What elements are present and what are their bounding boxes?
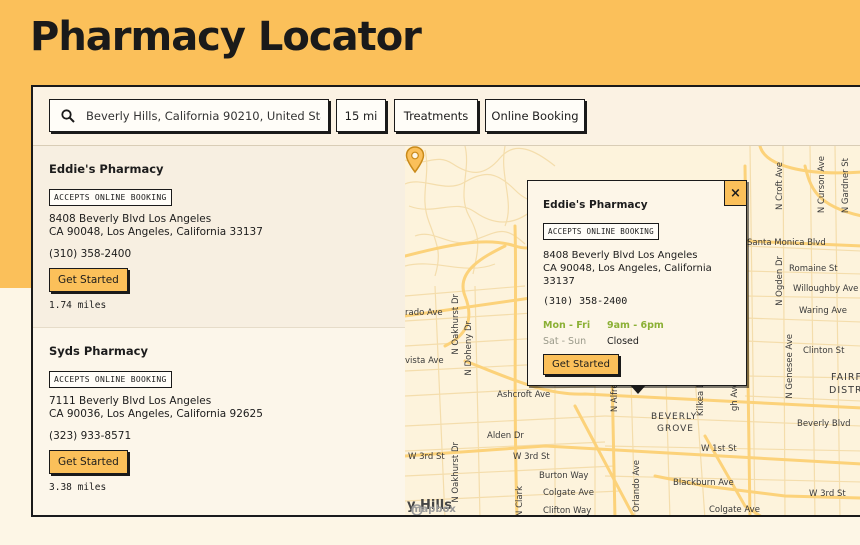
map-label: W 3rd St [513, 452, 550, 462]
online-booking-badge: ACCEPTS ONLINE BOOKING [49, 189, 172, 206]
map-label: N Clark [515, 486, 525, 517]
map-label: N Oakhurst Dr [451, 442, 461, 503]
pharmacy-name: Eddie's Pharmacy [49, 162, 164, 176]
address-line-1: 7111 Beverly Blvd Los Angeles [49, 395, 212, 407]
search-icon [61, 108, 75, 123]
map-label: Clinton St [803, 346, 845, 356]
map-label: Colgate Ave [709, 505, 760, 515]
pharmacy-popup: × Eddie's Pharmacy ACCEPTS ONLINE BOOKIN… [527, 180, 747, 394]
map-label: N Croft Ave [775, 162, 785, 210]
search-input[interactable] [86, 108, 321, 123]
online-booking-badge: ACCEPTS ONLINE BOOKING [543, 223, 659, 240]
map-label: N Orlando Ave [632, 460, 642, 517]
pharmacy-name: Syds Pharmacy [49, 344, 148, 358]
map-label: W 3rd St [809, 489, 846, 499]
phone-number[interactable]: (310) 358-2400 [49, 248, 405, 260]
map-label: gh Ave [730, 382, 740, 412]
map-label: DISTR [829, 385, 860, 396]
map-label: GROVE [657, 424, 694, 434]
popup-pharmacy-name: Eddie's Pharmacy [543, 199, 648, 211]
map-label: rado Ave [405, 308, 443, 318]
popup-phone-number[interactable]: (310) 358-2400 [543, 296, 746, 307]
map-label: vista Ave [405, 356, 444, 366]
hours-time: 9am - 6pm [607, 320, 664, 331]
map-label: N Genesee Ave [785, 334, 795, 399]
map-label: W 3rd St [408, 452, 445, 462]
map-label: N Gardner St [841, 158, 851, 214]
online-booking-filter-button[interactable]: Online Booking [485, 99, 585, 132]
map-label: Burton Way [539, 471, 589, 481]
opening-hours: Mon - Fri 9am - 6pm Sat - Sun Closed [543, 320, 746, 347]
map-label: Colgate Ave [543, 488, 594, 498]
map-label: Clifton Way [543, 506, 592, 516]
pharmacy-card[interactable]: Syds Pharmacy ACCEPTS ONLINE BOOKING 711… [33, 328, 405, 510]
map-label: Santa Monica Blvd [747, 238, 826, 248]
map-label: BEVERLY [651, 412, 698, 422]
address-line-2: CA 90048, Los Angeles, California 33137 [49, 226, 263, 238]
close-popup-button[interactable]: × [724, 181, 746, 206]
filter-toolbar: 15 mi Treatments Online Booking [33, 87, 860, 146]
map-label: N Ogden Dr [775, 256, 785, 306]
map-label: FAIRF [831, 372, 860, 383]
map-label: W 1st St [701, 444, 737, 454]
map-label: Willoughby Ave [793, 284, 859, 294]
distance-text: 3.38 miles [49, 482, 107, 493]
hours-time: Closed [607, 336, 639, 347]
hours-days: Mon - Fri [543, 320, 591, 331]
map-pin-icon[interactable] [405, 146, 425, 174]
get-started-button[interactable]: Get Started [49, 268, 128, 292]
get-started-button[interactable]: Get Started [49, 450, 128, 474]
map-label: N Oakhurst Dr [451, 294, 461, 355]
mapbox-icon [411, 504, 423, 515]
hours-row: Sat - Sun Closed [543, 336, 746, 347]
page-title: Pharmacy Locator [30, 14, 422, 60]
pharmacy-card[interactable]: Eddie's Pharmacy ACCEPTS ONLINE BOOKING … [33, 146, 405, 328]
popup-get-started-button[interactable]: Get Started [543, 354, 619, 375]
location-search[interactable] [49, 99, 329, 132]
pharmacy-list[interactable]: Eddie's Pharmacy ACCEPTS ONLINE BOOKING … [33, 146, 405, 515]
locator-panel: 15 mi Treatments Online Booking Eddie's … [31, 85, 860, 517]
popup-address-line-2: CA 90048, Los Angeles, California 33137 [543, 263, 712, 287]
treatments-filter-button[interactable]: Treatments [394, 99, 478, 132]
map-label: Ashcroft Ave [497, 390, 551, 400]
mapbox-logo[interactable]: mapbox [411, 504, 456, 515]
map[interactable]: Santa Monica Blvd Romaine St Willoughby … [405, 146, 860, 517]
popup-address-line-1: 8408 Beverly Blvd Los Angeles [543, 250, 698, 261]
hours-row: Mon - Fri 9am - 6pm [543, 320, 746, 331]
map-label: Alden Dr [487, 431, 524, 441]
distance-dropdown[interactable]: 15 mi [336, 99, 386, 132]
distance-text: 1.74 miles [49, 300, 107, 311]
map-label: Waring Ave [799, 306, 847, 316]
map-label: N Doheny Dr [464, 321, 474, 376]
online-booking-badge: ACCEPTS ONLINE BOOKING [49, 371, 172, 388]
hours-days: Sat - Sun [543, 336, 587, 347]
map-label: N Curson Ave [817, 156, 827, 214]
map-label: Beverly Blvd [797, 419, 851, 429]
phone-number[interactable]: (323) 933-8571 [49, 430, 405, 442]
map-label: Romaine St [789, 264, 838, 274]
map-label: Blackburn Ave [673, 478, 734, 488]
address-line-2: CA 90036, Los Angeles, California 92625 [49, 408, 263, 420]
address-line-1: 8408 Beverly Blvd Los Angeles [49, 213, 212, 225]
